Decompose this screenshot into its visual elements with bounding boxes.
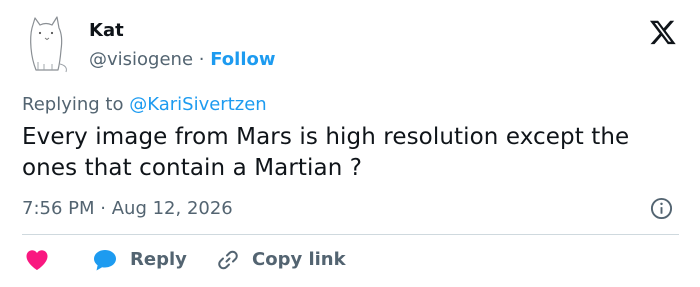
replying-to-mention[interactable]: @KariSivertzen bbox=[129, 94, 266, 115]
x-logo-icon[interactable] bbox=[649, 20, 677, 46]
replying-to-prefix: Replying to bbox=[22, 94, 124, 115]
heart-icon bbox=[26, 250, 48, 270]
link-icon bbox=[218, 250, 238, 270]
handle-separator: · bbox=[198, 49, 205, 70]
like-button[interactable] bbox=[25, 247, 49, 273]
tweet-date: Aug 12, 2026 bbox=[111, 198, 233, 219]
user-name[interactable]: Kat bbox=[89, 18, 124, 44]
reply-label: Reply bbox=[130, 249, 187, 270]
copy-link-button[interactable]: Copy link bbox=[216, 247, 346, 273]
info-icon[interactable] bbox=[650, 197, 673, 220]
avatar[interactable] bbox=[22, 14, 72, 76]
timestamp-separator: · bbox=[100, 198, 106, 219]
tweet-time: 7:56 PM bbox=[22, 198, 95, 219]
speech-bubble-icon bbox=[94, 250, 116, 271]
divider bbox=[22, 234, 679, 235]
tweet-text: Every image from Mars is high resolution… bbox=[22, 124, 630, 181]
user-handle[interactable]: @visiogene bbox=[89, 49, 193, 70]
follow-button[interactable]: Follow bbox=[210, 49, 275, 70]
replying-to-line: Replying to @KariSivertzen bbox=[22, 92, 267, 118]
copy-link-label: Copy link bbox=[252, 249, 346, 270]
user-handle-line: @visiogene · Follow bbox=[89, 47, 276, 73]
tweet-timestamp[interactable]: 7:56 PM · Aug 12, 2026 bbox=[22, 196, 233, 222]
tweet-card: Kat @visiogene · Follow Replying to @Kar… bbox=[0, 0, 700, 287]
reply-button[interactable]: Reply bbox=[92, 247, 187, 273]
